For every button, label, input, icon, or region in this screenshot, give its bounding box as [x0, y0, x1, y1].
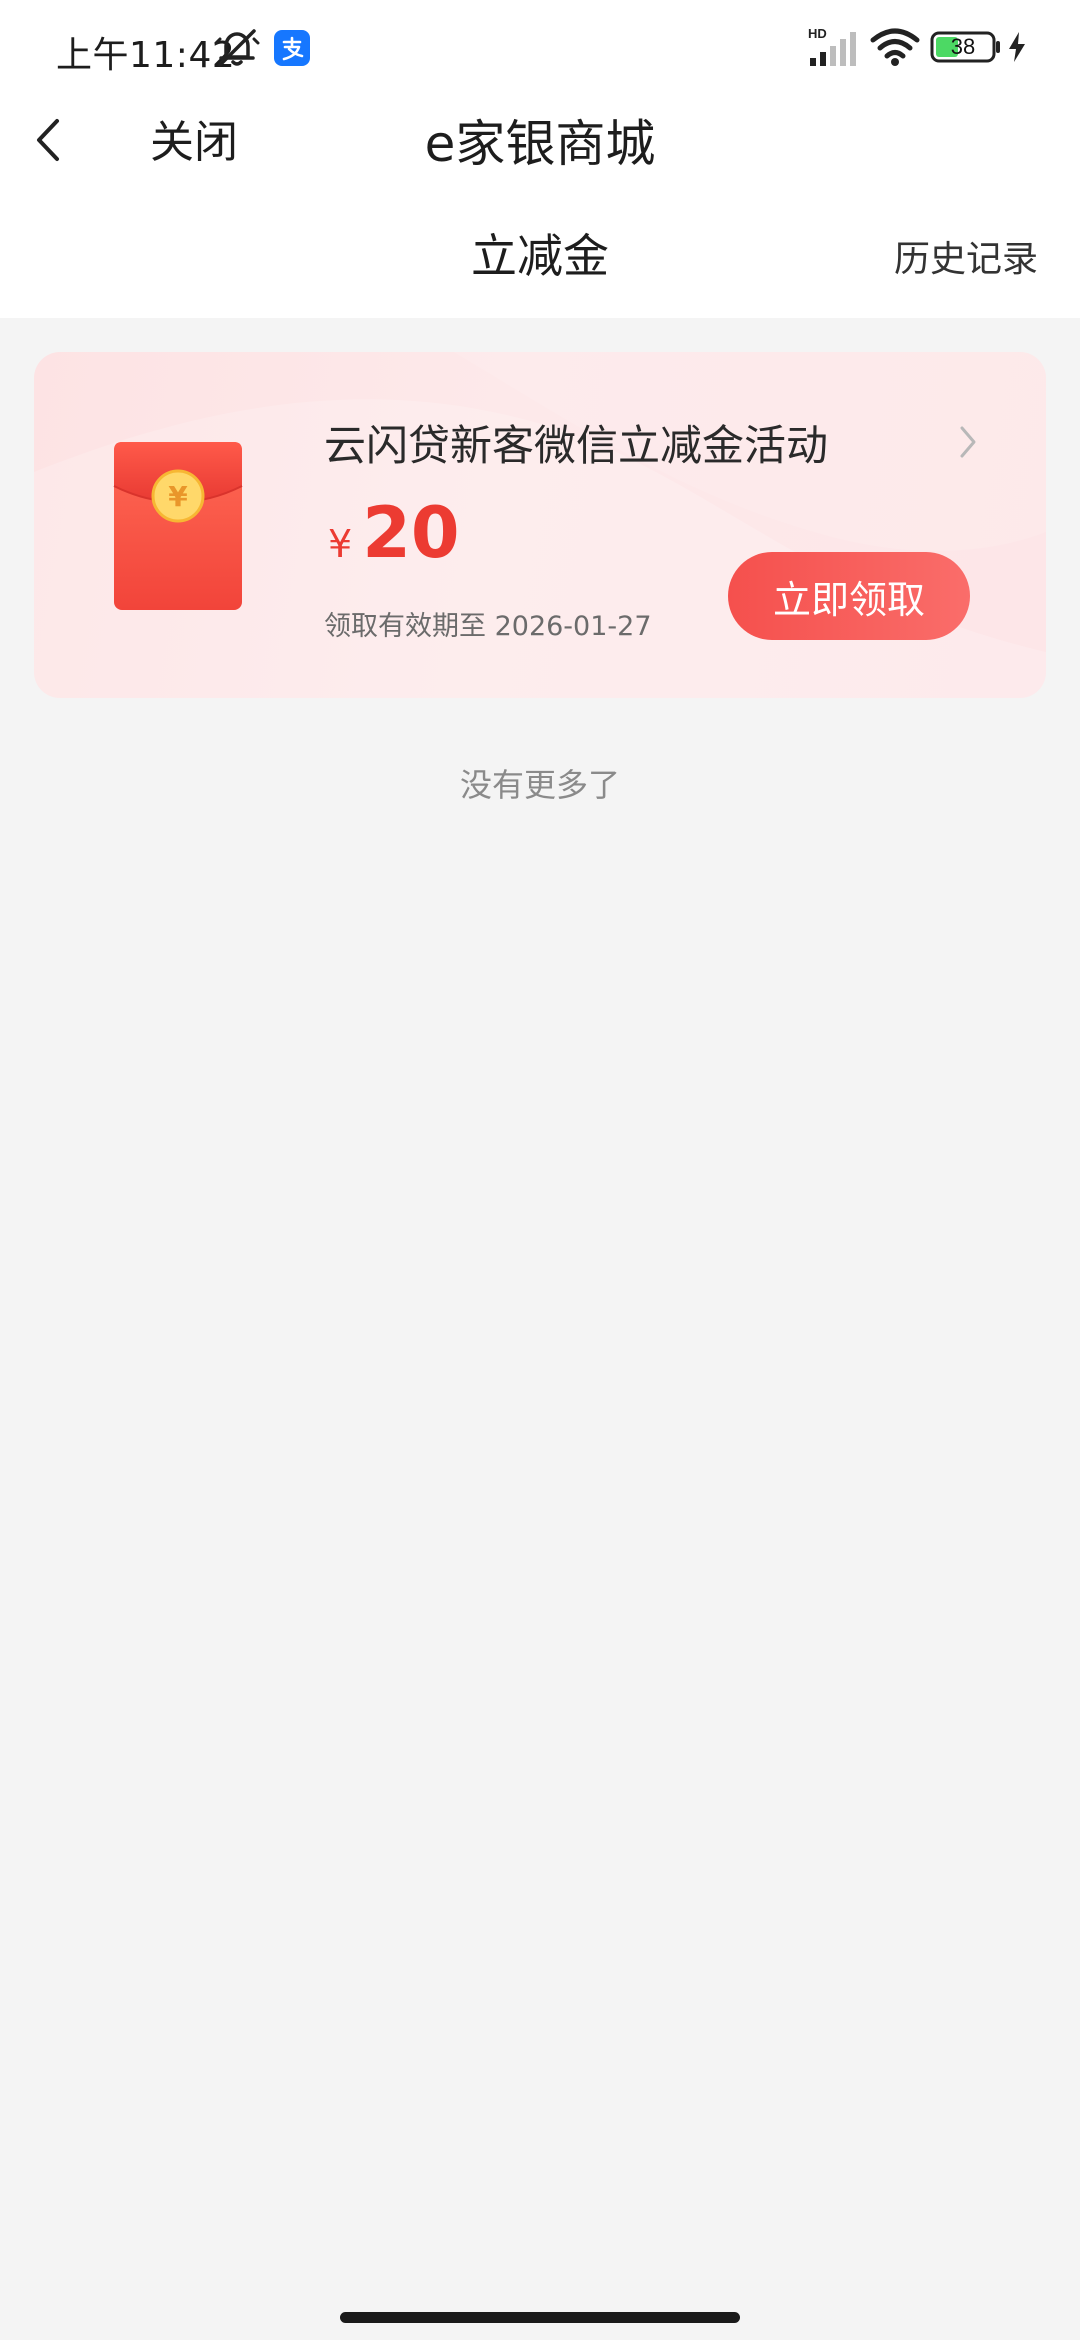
coupon-title: 云闪贷新客微信立减金活动	[324, 421, 829, 470]
currency-symbol: ¥	[328, 522, 353, 566]
history-link[interactable]: 历史记录	[894, 230, 1038, 282]
nav-bar: 关闭 e家银商城 立减金 历史记录	[0, 96, 1080, 318]
wifi-icon	[870, 26, 920, 68]
coupon-amount: ¥ 20	[328, 492, 460, 574]
signal-icon: HD	[806, 26, 860, 68]
status-time: 上午11:42	[56, 35, 236, 76]
battery-icon: 38	[930, 30, 1002, 64]
amount-value: 20	[362, 492, 460, 574]
coupon-card[interactable]: ¥ 云闪贷新客微信立减金活动 ¥ 20 领取有效期至 2026-01-27 立即…	[34, 352, 1046, 698]
claim-button[interactable]: 立即领取	[728, 552, 970, 640]
battery-level: 38	[950, 34, 976, 59]
alipay-icon	[274, 30, 310, 66]
chevron-right-icon[interactable]	[956, 422, 980, 462]
status-bar: 上午11:42 HD 38	[0, 0, 1080, 96]
charging-icon	[1006, 30, 1028, 64]
svg-text:¥: ¥	[168, 480, 188, 513]
expiry-text: 领取有效期至 2026-01-27	[324, 611, 652, 642]
red-envelope-icon: ¥	[112, 440, 244, 612]
nav-title: e家银商城	[424, 115, 656, 173]
home-indicator[interactable]	[340, 2312, 740, 2323]
no-more-text: 没有更多了	[459, 766, 620, 804]
mute-bell-icon	[212, 26, 262, 70]
svg-text:HD: HD	[808, 26, 827, 41]
